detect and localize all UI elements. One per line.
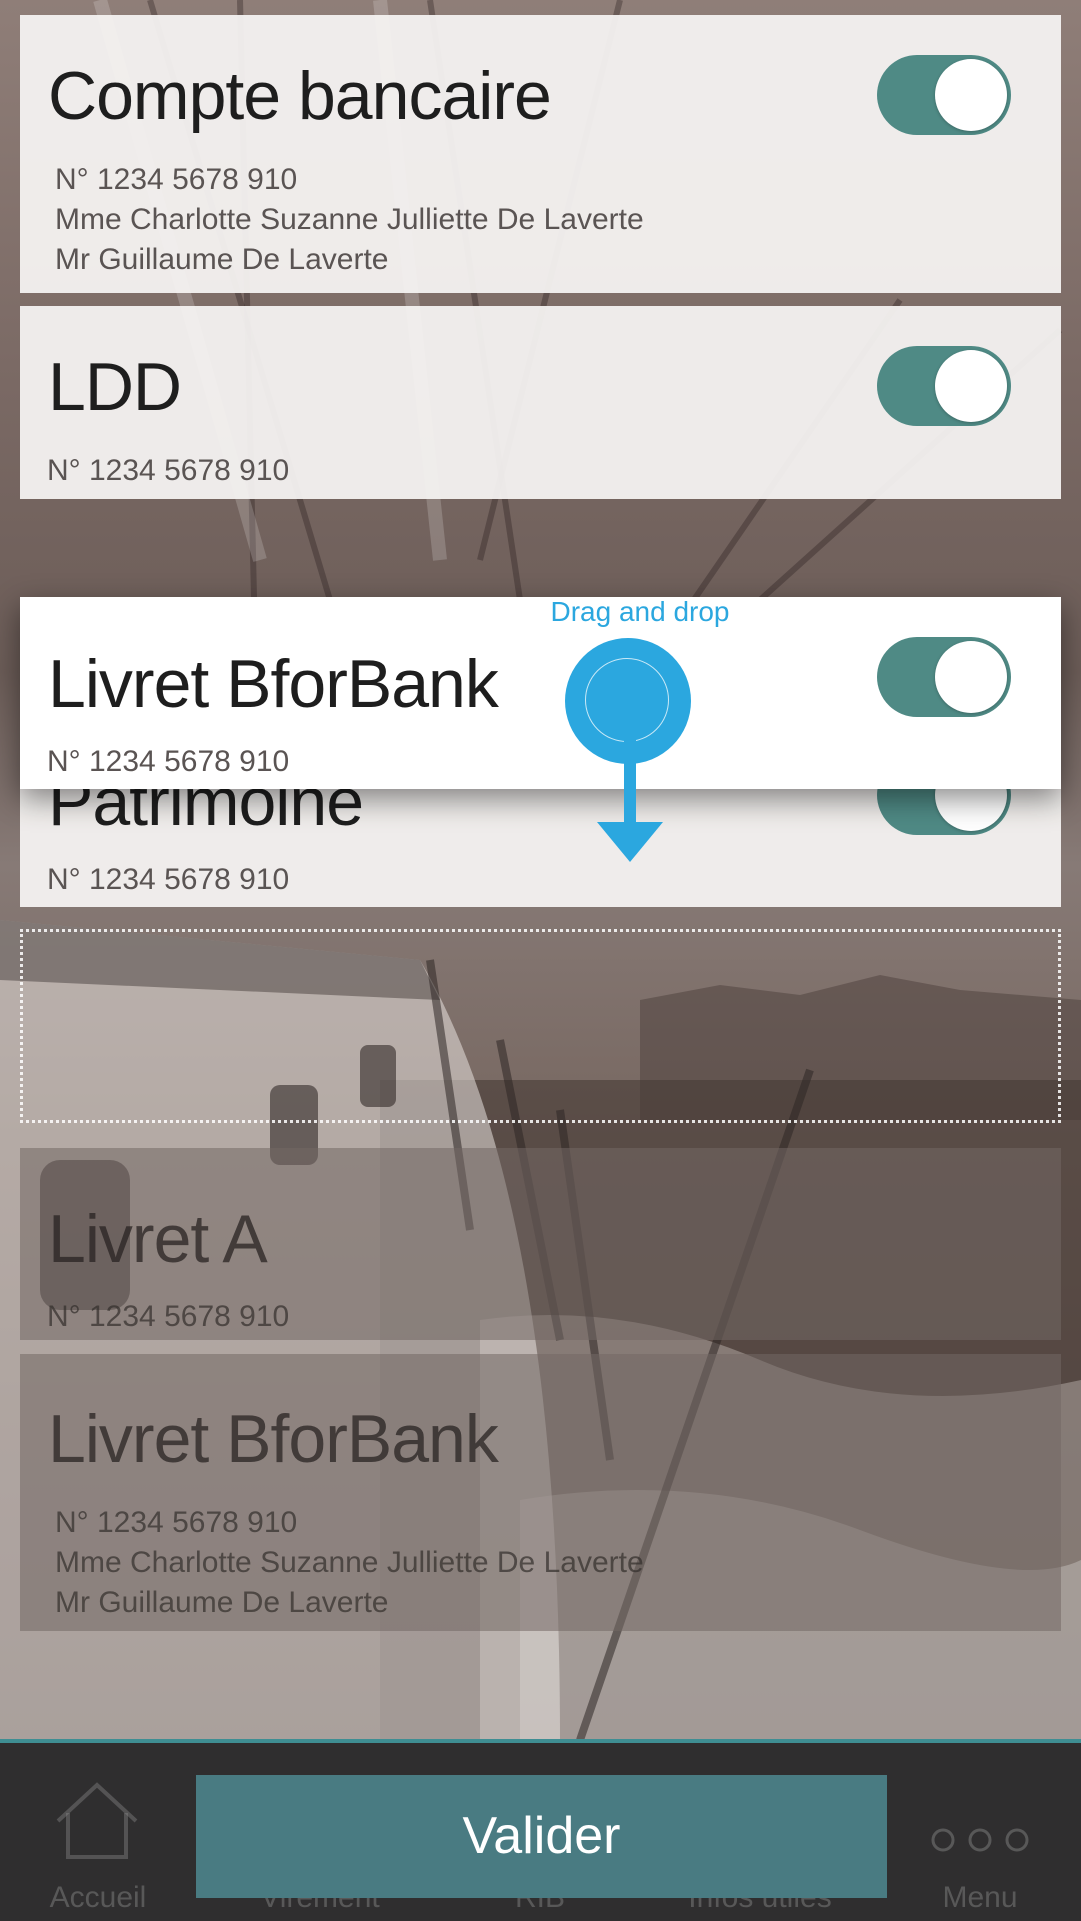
home-icon[interactable] (52, 1779, 142, 1861)
account-holder: Mme Charlotte Suzanne Julliette De Laver… (55, 1546, 644, 1579)
nav-item-menu[interactable]: Menu (880, 1881, 1080, 1915)
nav-item-accueil[interactable]: Accueil (0, 1881, 198, 1915)
account-toggle[interactable] (877, 55, 1011, 135)
account-number: N° 1234 5678 910 (55, 163, 298, 196)
drag-handle-ring (585, 658, 669, 742)
toggle-knob (935, 641, 1007, 713)
account-toggle[interactable] (877, 346, 1011, 426)
arrow-down-icon (597, 740, 663, 862)
account-card-livret-a[interactable]: Livret A N° 1234 5678 910 (20, 1148, 1061, 1340)
account-title: Livret BforBank (48, 646, 499, 722)
more-dots-icon[interactable] (930, 1827, 1030, 1853)
account-toggle[interactable] (877, 637, 1011, 717)
account-card-ldd[interactable]: LDD N° 1234 5678 910 (20, 306, 1061, 499)
account-number: N° 1234 5678 910 (55, 1506, 298, 1539)
account-title: LDD (48, 349, 182, 425)
toggle-knob (935, 350, 1007, 422)
account-title: Livret A (48, 1201, 268, 1277)
account-number: N° 1234 5678 910 (47, 863, 290, 896)
account-title: Compte bancaire (48, 58, 552, 134)
account-card-livret-bforbank[interactable]: Livret BforBank N° 1234 5678 910 Mme Cha… (20, 1354, 1061, 1631)
account-holder: Mme Charlotte Suzanne Julliette De Laver… (55, 203, 644, 236)
drag-hint-label: Drag and drop (550, 596, 730, 627)
account-holder: Mr Guillaume De Laverte (55, 243, 389, 276)
account-number: N° 1234 5678 910 (47, 454, 290, 487)
account-holder: Mr Guillaume De Laverte (55, 1586, 389, 1619)
account-title: Livret BforBank (48, 1401, 499, 1477)
account-card-compte-bancaire[interactable]: Compte bancaire N° 1234 5678 910 Mme Cha… (20, 15, 1061, 293)
validate-button[interactable]: Valider (196, 1775, 887, 1898)
toggle-knob (935, 59, 1007, 131)
account-number: N° 1234 5678 910 (47, 745, 290, 778)
drop-zone[interactable] (20, 929, 1061, 1123)
account-number: N° 1234 5678 910 (47, 1300, 290, 1333)
